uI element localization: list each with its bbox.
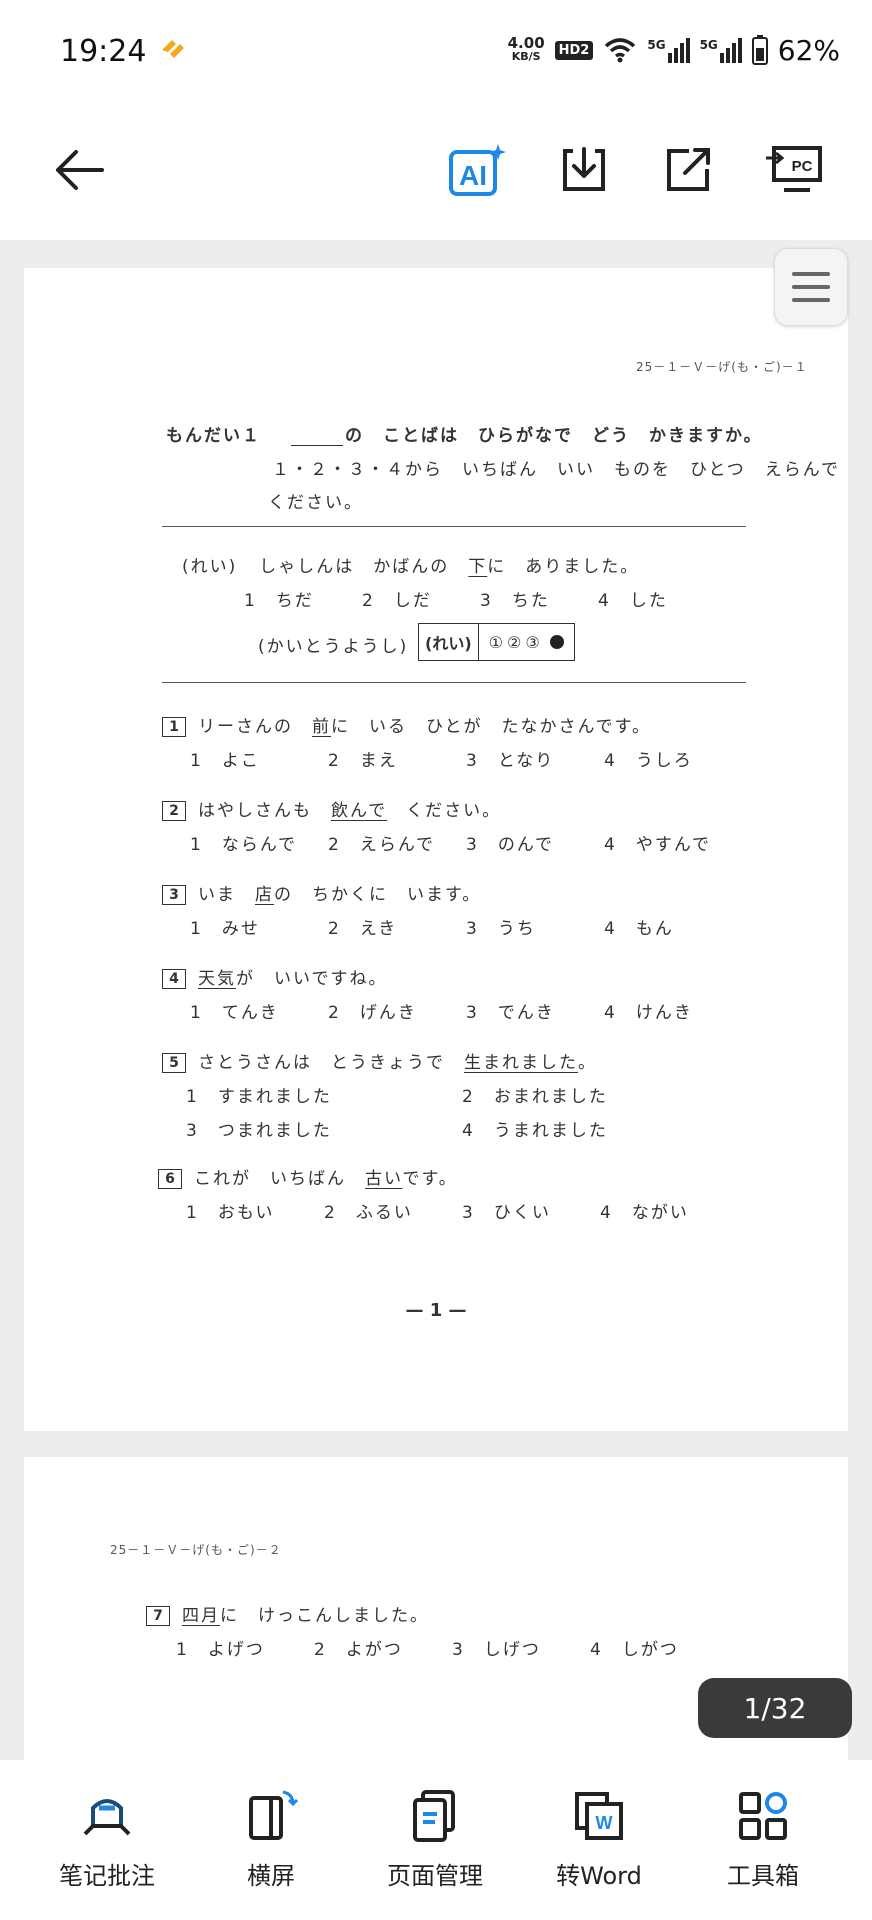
top-toolbar: AI PC [0,100,872,240]
menu-icon-bar [792,298,830,302]
question-4-options: 1 てんき 2 げんき 3 でんき 4 けんき [190,1003,693,1023]
question-5-options-row-2: 3 つまれました 4 うまれました [186,1121,608,1141]
download-button[interactable] [552,138,616,202]
signal-5g-1: 5G [647,37,690,63]
share-button[interactable] [656,138,720,202]
menu-button[interactable] [774,248,848,326]
filled-answer-dot [549,635,564,649]
hd-badge: HD2 [554,40,594,60]
document-viewer[interactable]: 25－１－Ｖ－げ(も・ご)－１ もんだい１ の ことばは ひらがなで どう かきま… [0,240,872,1760]
bottom-toolbar: 笔记批注 横屏 页面管理 W 转Word 工具箱 [0,1760,872,1920]
instruction-line-3: ください。 [268,493,363,513]
annotate-button[interactable]: 笔记批注 [32,1788,182,1891]
svg-text:W: W [596,1813,613,1833]
svg-text:AI: AI [459,160,487,191]
question-7-options: 1 よげつ 2 よがつ 3 しげつ 4 しがつ [176,1640,679,1660]
question-3-options: 1 みせ 2 えき 3 うち 4 もん [190,919,674,939]
question-4: 4 天気が いいですね。 [162,964,388,989]
send-to-pc-icon: PC [766,146,822,192]
back-arrow-icon [56,150,104,190]
wifi-icon [605,38,636,63]
status-bar: 19:24 4.00 KB/S HD2 5G 5G 62% [0,0,872,100]
page-manage-icon [413,1790,455,1842]
menu-icon-bar [792,285,830,289]
back-button[interactable] [46,138,110,202]
question-6-options: 1 おもい 2 ふるい 3 ひくい 4 ながい [186,1203,689,1223]
annotate-icon [83,1799,131,1836]
clock: 19:24 [60,34,147,69]
question-header: もんだい１ の ことばは ひらがなで どう かきますか。 [166,426,763,446]
toolbox-button[interactable]: 工具箱 [688,1788,838,1891]
question-3: 3 いま 店の ちかくに います。 [162,880,481,905]
question-7: 7 四月に けっこんしました。 [146,1601,429,1626]
share-icon [667,148,710,191]
send-to-pc-button[interactable]: PC [762,138,826,202]
network-speed: 4.00 KB/S [507,34,545,64]
question-1-options: 1 よこ 2 まえ 3 となり 4 うしろ [190,751,693,771]
question-1: 1 リーさんの 前に いる ひとが たなかさんです。 [162,712,651,737]
landscape-button[interactable]: 横屏 [196,1788,346,1891]
question-2: 2 はやしさんも 飲んで ください。 [162,796,501,821]
divider [162,526,746,527]
toolbox-icon [739,1792,787,1840]
status-icons: 4.00 KB/S HD2 5G 5G 62% [508,28,840,72]
example-options: 1 ちだ 2 しだ 3 ちた 4 した [244,591,668,611]
answer-sheet-example: (れい) ①②③ [418,623,575,661]
instruction-line-2: １・２・３・４から いちばん いい ものを ひとつ えらんで [272,460,840,480]
question-6: 6 これが いちばん 古いです。 [158,1164,458,1189]
page-indicator: 1/32 [698,1678,852,1738]
word-icon: W [575,1792,623,1840]
battery-icon [751,35,768,65]
page-code: 25－１－Ｖ－げ(も・ご)－２ [110,1543,282,1557]
page-number: — 1 — [405,1300,467,1321]
question-2-options: 1 ならんで 2 えらんで 3 のんで 4 やすんで [190,835,711,855]
question-5: 5 さとうさんは とうきょうで 生まれました。 [162,1048,597,1073]
signal-5g-2: 5G [700,37,742,63]
menu-icon-bar [792,272,830,276]
download-icon [563,147,605,191]
convert-word-button[interactable]: W 转Word [524,1788,674,1891]
landscape-icon [249,1790,299,1840]
answer-sheet-label: (かいとうようし) [258,637,409,657]
page-code: 25－１－Ｖ－げ(も・ご)－１ [636,360,808,374]
page-manage-button[interactable]: 页面管理 [360,1788,510,1891]
ai-button[interactable]: AI [446,138,510,202]
question-5-options-row-1: 1 すまれました 2 おまれました [186,1087,608,1107]
ai-icon: AI [449,144,506,196]
svg-text:PC: PC [792,158,813,175]
divider [162,682,746,683]
example-sentence: (れい) しゃしんは かばんの 下に ありました。 [182,557,640,577]
document-page-1: 25－１－Ｖ－げ(も・ご)－１ もんだい１ の ことばは ひらがなで どう かきま… [24,268,848,1431]
heart-app-icon [162,40,184,58]
battery-percent: 62% [777,33,840,67]
